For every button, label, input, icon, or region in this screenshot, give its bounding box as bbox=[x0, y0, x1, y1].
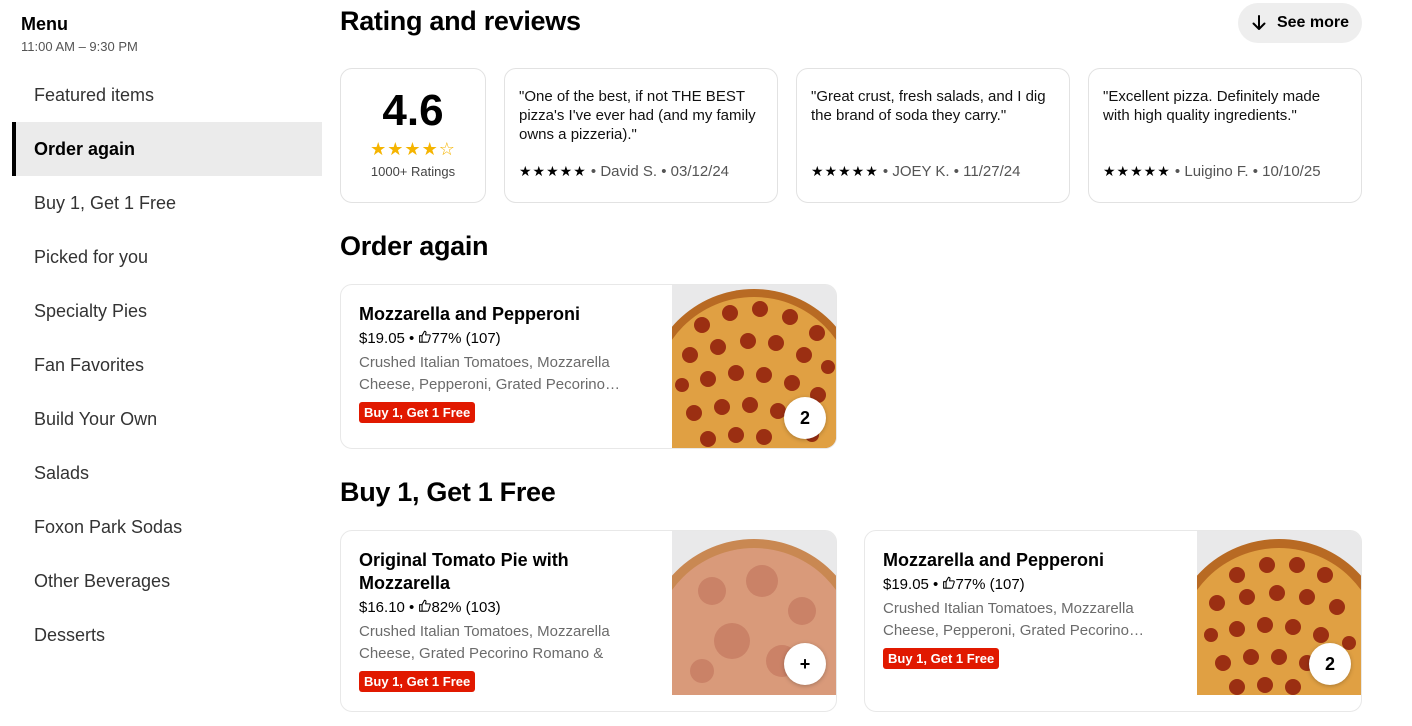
nav-item-order-again[interactable]: Order again bbox=[12, 122, 322, 176]
item-price-row: $19.05 • 77% (107) bbox=[359, 330, 639, 347]
menu-nav: Featured items Order again Buy 1, Get 1 … bbox=[12, 68, 322, 662]
promo-badge: Buy 1, Get 1 Free bbox=[883, 648, 1000, 669]
nav-item-other-beverages[interactable]: Other Beverages bbox=[12, 554, 322, 608]
rating-count: 1000+ Ratings bbox=[370, 164, 456, 179]
review-author-date: • David S. • 03/12/24 bbox=[586, 163, 730, 180]
quantity-button[interactable]: 2 bbox=[784, 397, 826, 439]
menu-hours: 11:00 AM – 9:30 PM bbox=[21, 39, 138, 54]
review-card[interactable]: "Great crust, fresh salads, and I dig th… bbox=[796, 68, 1070, 203]
nav-item-featured-items[interactable]: Featured items bbox=[12, 68, 322, 122]
nav-item-buy-1-get-1-free[interactable]: Buy 1, Get 1 Free bbox=[12, 176, 322, 230]
menu-title: Menu bbox=[21, 14, 68, 34]
review-card[interactable]: "Excellent pizza. Definitely made with h… bbox=[1088, 68, 1362, 203]
rating-stars: ★★★★☆ bbox=[370, 139, 456, 159]
pepperoni-pizza-image: 2 bbox=[1197, 531, 1361, 695]
item-price: $19.05 • bbox=[883, 576, 943, 593]
item-description: Crushed Italian Tomatoes, Mozzarella Che… bbox=[359, 354, 620, 393]
menu-item-card[interactable]: Original Tomato Pie with Mozzarella $16.… bbox=[340, 530, 837, 712]
add-button[interactable]: + bbox=[784, 643, 826, 685]
nav-item-specialty-pies[interactable]: Specialty Pies bbox=[12, 284, 322, 338]
item-price: $16.10 • bbox=[359, 599, 419, 616]
review-text: "Excellent pizza. Definitely made with h… bbox=[1103, 88, 1321, 124]
thumbs-up-icon bbox=[418, 599, 432, 616]
review-author-date: • Luigino F. • 10/10/25 bbox=[1170, 163, 1321, 180]
quantity-button[interactable]: 2 bbox=[1309, 643, 1351, 685]
item-price: $19.05 • bbox=[359, 330, 419, 347]
review-meta: ★★★★★ • Luigino F. • 10/10/25 bbox=[1103, 163, 1347, 180]
item-name: Mozzarella and Pepperoni bbox=[359, 304, 581, 324]
rating-summary: 4.6 ★★★★☆ 1000+ Ratings bbox=[340, 68, 486, 203]
review-author-date: • JOEY K. • 11/27/24 bbox=[878, 163, 1021, 180]
arrow-down-icon bbox=[1252, 15, 1266, 30]
nav-item-fan-favorites[interactable]: Fan Favorites bbox=[12, 338, 322, 392]
item-info: Original Tomato Pie with Mozzarella $16.… bbox=[359, 549, 629, 692]
review-stars: ★★★★★ bbox=[519, 163, 587, 179]
item-price-row: $19.05 • 77% (107) bbox=[883, 576, 1163, 593]
item-price-row: $16.10 • 82% (103) bbox=[359, 599, 629, 616]
review-meta: ★★★★★ • JOEY K. • 11/27/24 bbox=[811, 163, 1055, 180]
see-more-button[interactable]: See more bbox=[1238, 3, 1362, 43]
item-name: Mozzarella and Pepperoni bbox=[883, 550, 1105, 570]
ratings-section-title: Rating and reviews bbox=[340, 6, 581, 36]
see-more-label: See more bbox=[1276, 14, 1350, 31]
item-info: Mozzarella and Pepperoni $19.05 • 77% (1… bbox=[359, 303, 639, 423]
pepperoni-pizza-image: 2 bbox=[672, 285, 836, 448]
review-meta: ★★★★★ • David S. • 03/12/24 bbox=[519, 163, 763, 180]
item-description: Crushed Italian Tomatoes, Mozzarella Che… bbox=[883, 600, 1144, 639]
menu-item-card[interactable]: Mozzarella and Pepperoni $19.05 • 77% (1… bbox=[864, 530, 1362, 712]
thumbs-up-icon bbox=[942, 576, 956, 593]
review-stars: ★★★★★ bbox=[811, 163, 879, 179]
nav-item-build-your-own[interactable]: Build Your Own bbox=[12, 392, 322, 446]
promo-badge: Buy 1, Get 1 Free bbox=[359, 402, 476, 423]
nav-item-salads[interactable]: Salads bbox=[12, 446, 322, 500]
item-description: Crushed Italian Tomatoes, Mozzarella Che… bbox=[359, 623, 610, 662]
review-text: "Great crust, fresh salads, and I dig th… bbox=[811, 88, 1046, 124]
thumbs-up-icon bbox=[418, 330, 432, 347]
item-name: Original Tomato Pie with Mozzarella bbox=[359, 550, 569, 593]
bogo-section-title: Buy 1, Get 1 Free bbox=[340, 477, 556, 507]
review-stars: ★★★★★ bbox=[1103, 163, 1171, 179]
nav-item-picked-for-you[interactable]: Picked for you bbox=[12, 230, 322, 284]
sidebar: Menu 11:00 AM – 9:30 PM Featured items O… bbox=[0, 0, 322, 726]
tomato-pie-image: + bbox=[672, 531, 836, 695]
item-rating: 82% (103) bbox=[431, 599, 501, 616]
rating-score: 4.6 bbox=[382, 86, 444, 135]
order-again-section-title: Order again bbox=[340, 231, 489, 261]
nav-item-foxon-park-sodas[interactable]: Foxon Park Sodas bbox=[12, 500, 322, 554]
review-card[interactable]: "One of the best, if not THE BEST pizza'… bbox=[504, 68, 778, 203]
promo-badge: Buy 1, Get 1 Free bbox=[359, 671, 476, 692]
menu-item-card[interactable]: Mozzarella and Pepperoni $19.05 • 77% (1… bbox=[340, 284, 837, 449]
nav-item-desserts[interactable]: Desserts bbox=[12, 608, 322, 662]
item-info: Mozzarella and Pepperoni $19.05 • 77% (1… bbox=[883, 549, 1163, 669]
review-text: "One of the best, if not THE BEST pizza'… bbox=[519, 88, 756, 143]
item-rating: 77% (107) bbox=[955, 576, 1025, 593]
item-rating: 77% (107) bbox=[431, 330, 501, 347]
